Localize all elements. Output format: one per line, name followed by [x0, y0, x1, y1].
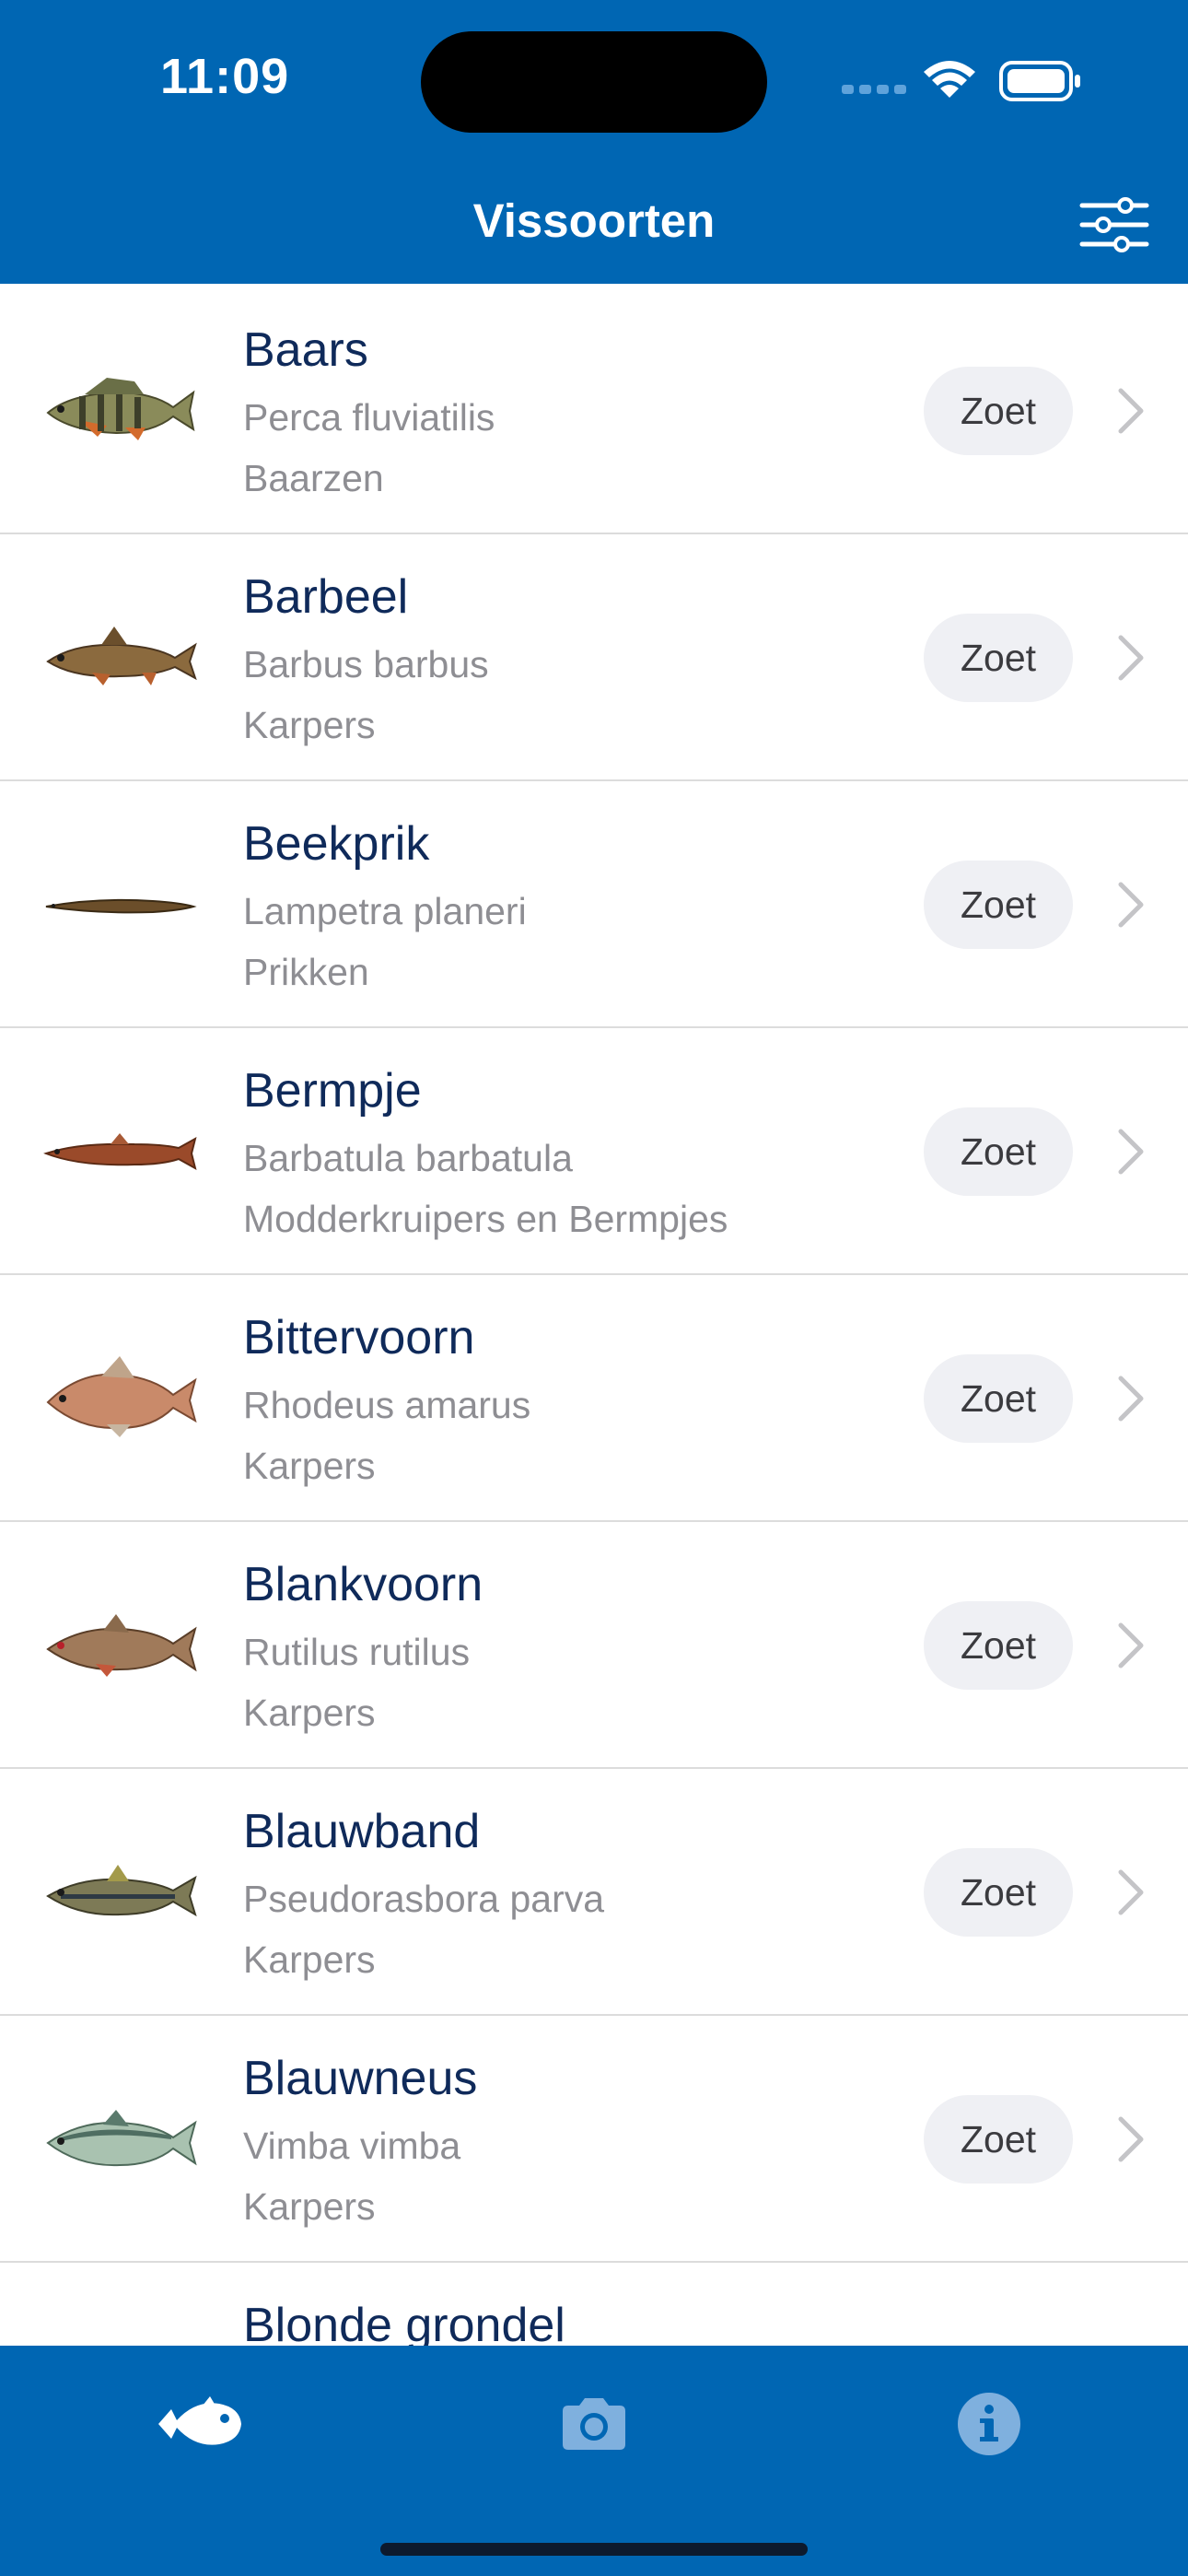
chevron-right-icon [1118, 1869, 1144, 1915]
status-time: 11:09 [160, 49, 290, 104]
tab-camera[interactable] [539, 2383, 649, 2465]
chevron-right-icon [1118, 1376, 1144, 1422]
species-family: Modderkruipers en Bermpjes [243, 1198, 728, 1240]
fish-image [42, 1590, 199, 1701]
species-name: Blauwneus [243, 2052, 478, 2105]
water-type-badge: Zoet [924, 614, 1073, 702]
header: 11:09 Vissoorten [0, 0, 1188, 284]
water-type-badge: Zoet [924, 1107, 1073, 1196]
camera-icon [563, 2398, 625, 2450]
fish-image [42, 2084, 199, 2195]
fish-image [42, 356, 199, 466]
chevron-right-icon [1118, 882, 1144, 928]
chevron-right-icon [1118, 388, 1144, 434]
species-latin-name: Pseudorasbora parva [243, 1878, 605, 1920]
list-item[interactable]: Bittervoorn Rhodeus amarus Karpers Zoet [0, 1275, 1188, 1522]
species-family: Karpers [243, 1938, 376, 1981]
chevron-right-icon [1118, 2116, 1144, 2162]
tab-info[interactable] [934, 2383, 1044, 2465]
list-item[interactable]: Bermpje Barbatula barbatula Modderkruipe… [0, 1028, 1188, 1275]
battery-icon [999, 61, 1080, 101]
species-family: Karpers [243, 1692, 376, 1734]
list-item[interactable]: Beekprik Lampetra planeri Prikken Zoet [0, 781, 1188, 1028]
info-icon [958, 2393, 1020, 2455]
list-item[interactable]: Baars Perca fluviatilis Baarzen Zoet [0, 287, 1188, 534]
species-latin-name: Barbatula barbatula [243, 1137, 573, 1179]
page-title: Vissoorten [472, 194, 716, 247]
chevron-right-icon [1118, 1129, 1144, 1175]
water-type-badge: Zoet [924, 367, 1073, 455]
species-name: Barbeel [243, 570, 409, 624]
fish-image [42, 1343, 199, 1454]
fish-image [42, 849, 199, 960]
species-name: Blankvoorn [243, 1558, 483, 1611]
list-item[interactable]: Barbeel Barbus barbus Karpers Zoet [0, 534, 1188, 781]
species-family: Karpers [243, 704, 376, 746]
species-name: Beekprik [243, 817, 430, 871]
filter-icon[interactable] [1079, 197, 1149, 252]
fish-image [42, 603, 199, 713]
fish-icon [158, 2396, 241, 2445]
species-family: Prikken [243, 951, 369, 993]
species-latin-name: Barbus barbus [243, 643, 489, 685]
species-latin-name: Vimba vimba [243, 2125, 461, 2167]
dynamic-island [421, 31, 767, 133]
tab-species[interactable] [144, 2383, 254, 2465]
water-type-badge: Zoet [924, 1354, 1073, 1443]
species-latin-name: Perca fluviatilis [243, 396, 495, 439]
species-family: Karpers [243, 1445, 376, 1487]
fish-image [42, 1096, 199, 1207]
list-item[interactable]: Blonde grondel [0, 2263, 1188, 2346]
species-name: Bermpje [243, 1064, 422, 1118]
species-name: Blonde grondel [243, 2299, 565, 2346]
water-type-badge: Zoet [924, 861, 1073, 949]
species-name: Blauwband [243, 1805, 481, 1858]
water-type-badge: Zoet [924, 2095, 1073, 2184]
fish-image [42, 1837, 199, 1948]
water-type-badge: Zoet [924, 1601, 1073, 1690]
species-list[interactable]: Baars Perca fluviatilis Baarzen Zoet Bar… [0, 287, 1188, 2346]
species-name: Baars [243, 323, 368, 377]
species-latin-name: Rhodeus amarus [243, 1384, 531, 1426]
species-latin-name: Rutilus rutilus [243, 1631, 471, 1673]
species-latin-name: Lampetra planeri [243, 890, 527, 932]
list-item[interactable]: Blauwband Pseudorasbora parva Karpers Zo… [0, 1769, 1188, 2016]
cellular-signal-icon [842, 85, 906, 94]
water-type-badge: Zoet [924, 1848, 1073, 1937]
home-indicator [380, 2543, 808, 2556]
list-item[interactable]: Blauwneus Vimba vimba Karpers Zoet [0, 2016, 1188, 2263]
chevron-right-icon [1118, 1622, 1144, 1669]
wifi-icon [924, 61, 975, 98]
chevron-right-icon [1118, 635, 1144, 681]
species-family: Karpers [243, 2185, 376, 2228]
tab-bar [0, 2346, 1188, 2576]
status-icons [842, 61, 1080, 101]
species-family: Baarzen [243, 457, 384, 499]
species-name: Bittervoorn [243, 1311, 475, 1364]
list-item[interactable]: Blankvoorn Rutilus rutilus Karpers Zoet [0, 1522, 1188, 1769]
